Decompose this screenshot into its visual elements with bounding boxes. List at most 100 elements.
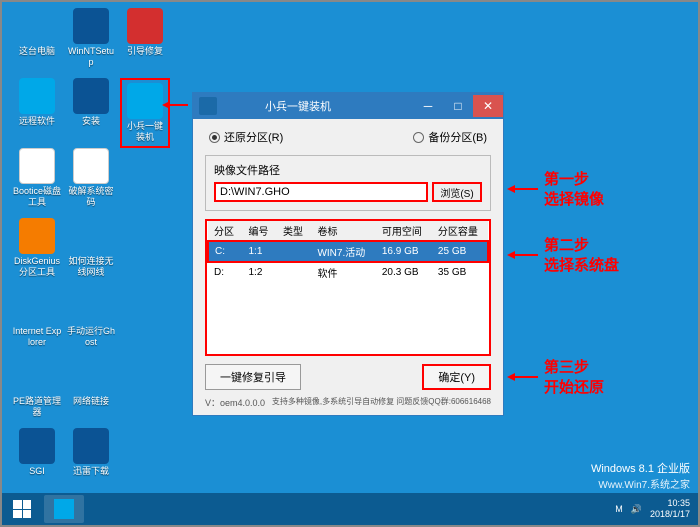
app-icon — [127, 8, 163, 44]
app-icon — [19, 8, 55, 44]
cell: WIN7.活动 — [311, 241, 375, 262]
volume-icon[interactable]: 🔊 — [631, 504, 642, 515]
col-header[interactable]: 分区 — [208, 221, 242, 241]
icon-label: Bootice磁盘工具 — [12, 186, 62, 208]
radio-restore-label: 还原分区(R) — [224, 129, 283, 145]
callout-arrow — [164, 104, 188, 106]
arrow-icon — [510, 254, 538, 256]
icon-label: 远程软件 — [12, 116, 62, 127]
app-icon — [73, 288, 109, 324]
maximize-button[interactable]: □ — [443, 95, 473, 117]
cell — [277, 241, 311, 262]
desktop-icon-bootrepair[interactable]: 引导修复 — [120, 8, 170, 57]
repair-boot-button[interactable]: 一键修复引导 — [205, 364, 301, 390]
app-icon — [73, 78, 109, 114]
icon-label: 迅雷下载 — [66, 466, 116, 477]
system-tray[interactable]: M 🔊 10:352018/1/17 — [615, 498, 698, 520]
icon-label: DiskGenius分区工具 — [12, 256, 62, 278]
icon-label: PE路道管理器 — [12, 396, 62, 418]
desktop-icon-xb[interactable]: 小兵一键装机 — [120, 78, 170, 148]
step-3-label: 第三步开始还原 — [544, 358, 604, 398]
minimize-button[interactable]: ─ — [413, 95, 443, 117]
col-header[interactable]: 卷标 — [311, 221, 375, 241]
os-watermark: Windows 8.1 企业版 Www.Win7.系统之家 — [591, 460, 690, 491]
col-header[interactable]: 可用空间 — [376, 221, 432, 241]
footer-note: 支持多种镜像,多系统引导自动修复 问题反馈QQ群:606616468 — [272, 396, 491, 409]
app-icon — [19, 288, 55, 324]
icon-label: 引导修复 — [120, 46, 170, 57]
cell: 软件 — [311, 262, 375, 282]
app-icon — [73, 358, 109, 394]
icon-label: 小兵一键装机 — [123, 121, 167, 143]
icon-label: 这台电脑 — [12, 46, 62, 57]
icon-label: WinNTSetup — [66, 46, 116, 68]
start-button[interactable] — [2, 493, 42, 525]
taskbar-app[interactable] — [44, 495, 84, 523]
desktop-icon-wifi[interactable]: 如何连接无线网线 — [66, 218, 116, 278]
cell: 25 GB — [432, 241, 488, 262]
icon-label: 破解系统密码 — [66, 186, 116, 208]
desktop-icon-crackpwd[interactable]: 破解系统密码 — [66, 148, 116, 208]
radio-restore[interactable]: 还原分区(R) — [209, 129, 283, 145]
windows-logo-icon — [13, 500, 31, 518]
icon-label: 如何连接无线网线 — [66, 256, 116, 278]
icon-label: SGI — [12, 466, 62, 477]
app-icon — [73, 428, 109, 464]
app-icon — [19, 218, 55, 254]
cell: 35 GB — [432, 262, 488, 282]
close-button[interactable]: ✕ — [473, 95, 503, 117]
desktop-icon-bootice[interactable]: Bootice磁盘工具 — [12, 148, 62, 208]
col-header[interactable]: 编号 — [242, 221, 276, 241]
radio-dot-icon — [413, 132, 424, 143]
titlebar[interactable]: 小兵一键装机 ─ □ ✕ — [193, 93, 503, 119]
clock[interactable]: 10:352018/1/17 — [650, 498, 690, 520]
ok-button[interactable]: 确定(Y) — [422, 364, 491, 390]
icon-label: 手动运行Ghost — [66, 326, 116, 348]
desktop-icon-install[interactable]: 安装 — [66, 78, 116, 127]
cell: 20.3 GB — [376, 262, 432, 282]
cell: D: — [208, 262, 242, 282]
arrow-icon — [510, 188, 538, 190]
cell: 16.9 GB — [376, 241, 432, 262]
icon-label: Internet Explorer — [12, 326, 62, 348]
version-label: V：oem4.0.0.0 — [205, 396, 265, 409]
desktop-icon-netlink[interactable]: 网络链接 — [66, 358, 116, 407]
image-path-input[interactable] — [214, 182, 428, 202]
desktop-icon-ghost[interactable]: 手动运行Ghost — [66, 288, 116, 348]
desktop-icon-sgi[interactable]: SGI — [12, 428, 62, 477]
cell: 1:2 — [242, 262, 276, 282]
desktop-icon-pc[interactable]: 这台电脑 — [12, 8, 62, 57]
desktop-icon-xunlei[interactable]: 迅雷下载 — [66, 428, 116, 477]
browse-button[interactable]: 浏览(S) — [432, 182, 482, 202]
cell: 1:1 — [242, 241, 276, 262]
icon-label: 网络链接 — [66, 396, 116, 407]
desktop-icon-winnt[interactable]: WinNTSetup — [66, 8, 116, 68]
table-row[interactable]: D:1:2 软件20.3 GB35 GB — [208, 262, 488, 282]
installer-window: 小兵一键装机 ─ □ ✕ 还原分区(R) 备份分区(B) 映像文件路径 — [192, 92, 504, 416]
col-header[interactable]: 类型 — [277, 221, 311, 241]
partition-table: 分区编号类型卷标可用空间分区容量 C:1:1WIN7.活动16.9 GB25 G… — [205, 219, 491, 356]
cell — [277, 262, 311, 282]
icon-label: 安装 — [66, 116, 116, 127]
desktop-icon-ie[interactable]: Internet Explorer — [12, 288, 62, 348]
app-icon — [73, 148, 109, 184]
col-header[interactable]: 分区容量 — [432, 221, 488, 241]
taskbar[interactable]: M 🔊 10:352018/1/17 — [2, 493, 698, 525]
desktop-icon-pe[interactable]: PE路道管理器 — [12, 358, 62, 418]
radio-backup-label: 备份分区(B) — [428, 129, 487, 145]
arrow-icon — [510, 376, 538, 378]
step-1-label: 第一步选择镜像 — [544, 170, 604, 210]
desktop-icon-remote[interactable]: 远程软件 — [12, 78, 62, 127]
app-icon — [19, 358, 55, 394]
desktop-icon-diskgen[interactable]: DiskGenius分区工具 — [12, 218, 62, 278]
app-icon — [19, 78, 55, 114]
app-icon — [19, 428, 55, 464]
app-icon — [73, 8, 109, 44]
step-2-label: 第二步选择系统盘 — [544, 236, 619, 276]
radio-dot-icon — [209, 132, 220, 143]
ime-icon[interactable]: M — [615, 504, 623, 514]
app-icon — [73, 218, 109, 254]
radio-backup[interactable]: 备份分区(B) — [413, 129, 487, 145]
table-row[interactable]: C:1:1WIN7.活动16.9 GB25 GB — [208, 241, 488, 262]
image-path-label: 映像文件路径 — [214, 162, 482, 178]
